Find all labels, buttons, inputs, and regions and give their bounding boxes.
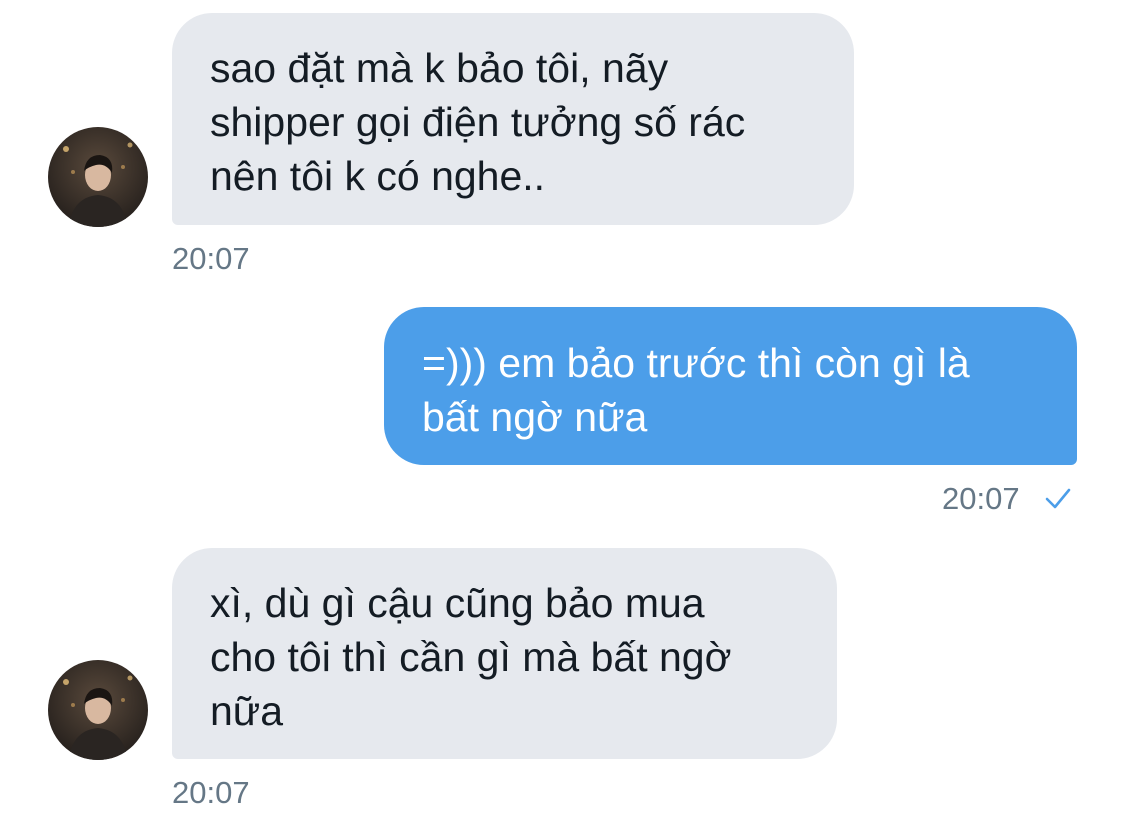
message-text-line: sao đặt mà k bảo tôi, nãy [210, 45, 669, 91]
message-timestamp: 20:07 [172, 241, 250, 276]
checkmark-icon [1044, 486, 1072, 517]
contact-avatar[interactable] [48, 127, 148, 227]
message-text-line: cho tôi thì cần gì mà bất ngờ [210, 634, 732, 680]
contact-avatar[interactable] [48, 660, 148, 760]
message-bubble-outgoing[interactable]: =))) em bảo trước thì còn gì là bất ngờ … [384, 307, 1077, 465]
message-text-line: =))) em bảo trước thì còn gì là [422, 340, 970, 386]
message-text-line: nên tôi k có nghe.. [210, 153, 546, 199]
message-bubble-incoming[interactable]: xì, dù gì cậu cũng bảo mua cho tôi thì c… [172, 548, 837, 759]
message-text-line: shipper gọi điện tưởng số rác [210, 99, 746, 145]
message-text-line: nữa [210, 688, 284, 734]
message-text-line: xì, dù gì cậu cũng bảo mua [210, 580, 705, 626]
message-timestamp: 20:07 [172, 775, 250, 810]
message-bubble-incoming[interactable]: sao đặt mà k bảo tôi, nãy shipper gọi đi… [172, 13, 854, 225]
message-timestamp: 20:07 [942, 481, 1020, 516]
message-text-line: bất ngờ nữa [422, 394, 648, 440]
